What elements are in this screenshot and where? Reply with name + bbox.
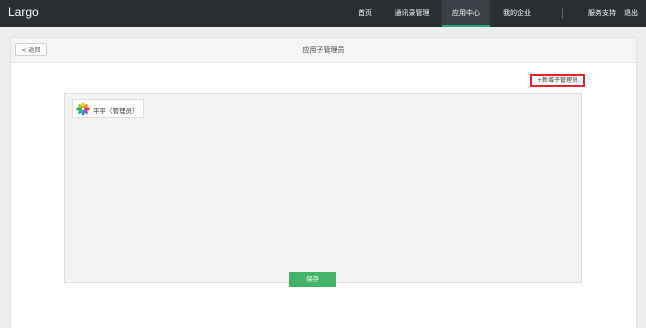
nav-item-app-center[interactable]: 应用中心 — [442, 0, 490, 27]
save-button[interactable]: 保存 — [289, 272, 336, 287]
nav-item-my-enterprise[interactable]: 我的企业 — [495, 0, 539, 27]
top-nav-bar: Largo 首页 通讯录管理 应用中心 我的企业 服务支持 退出 — [0, 0, 646, 27]
colorful-flower-icon — [76, 102, 90, 116]
app-logo: Largo — [8, 5, 39, 19]
nav-divider — [562, 8, 563, 19]
admin-name: 平平（管理员） — [93, 107, 139, 115]
nav-item-support[interactable]: 服务支持 — [586, 0, 618, 27]
page-title: 应用子管理员 — [302, 46, 345, 54]
admin-list-area: 平平（管理员） — [64, 93, 582, 283]
nav-item-logout[interactable]: 退出 — [620, 0, 642, 27]
admin-card[interactable]: 平平（管理员） — [72, 99, 144, 118]
panel-header: < 返回 应用子管理员 — [11, 38, 636, 63]
nav-item-home[interactable]: 首页 — [348, 0, 382, 27]
add-sub-admin-button[interactable]: +新增子管理员 — [530, 74, 585, 87]
nav-item-contacts[interactable]: 通讯录管理 — [386, 0, 438, 27]
